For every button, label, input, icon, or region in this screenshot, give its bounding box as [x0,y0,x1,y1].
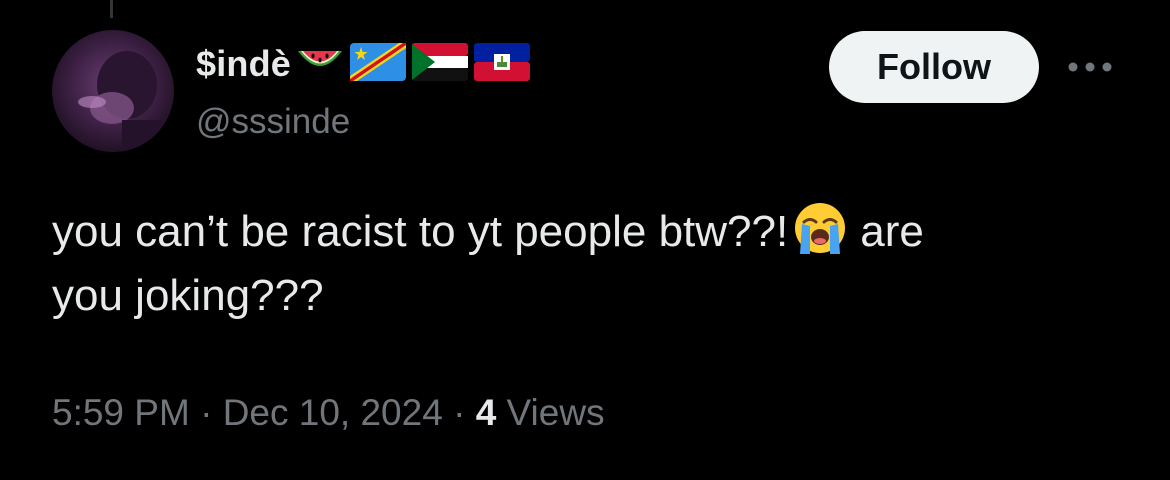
tweet-date[interactable]: Dec 10, 2024 [223,392,443,433]
avatar[interactable] [52,30,174,152]
watermelon-icon [295,47,345,82]
tweet-text: you can’t be racist to yt people btw??! … [52,200,1122,328]
views-label[interactable]: Views [496,392,605,433]
tweet-meta: 5:59 PM · Dec 10, 2024 · 4 Views [52,392,605,434]
avatar-image [52,30,174,152]
meta-separator: · [442,392,476,433]
user-handle[interactable]: @sssinde [196,102,350,142]
dr-congo-flag-icon [349,42,407,87]
tweet-text-line1: you can’t be racist to yt people btw??! [52,207,789,256]
tweet-time[interactable]: 5:59 PM [52,392,190,433]
display-name[interactable]: $indè [196,43,291,85]
tweet-text-line1-tail: are [860,207,924,256]
thread-connector-line [110,0,113,18]
sudan-flag-icon [411,42,469,87]
follow-button[interactable]: Follow [829,31,1039,103]
more-options-icon[interactable] [1064,50,1116,84]
user-name-row[interactable]: $indè [196,42,531,86]
views-count[interactable]: 4 [476,392,497,433]
tweet-text-line2: you joking??? [52,271,324,320]
meta-separator: · [189,392,223,433]
haiti-flag-icon [473,42,531,87]
loudly-crying-face-icon [792,200,848,256]
